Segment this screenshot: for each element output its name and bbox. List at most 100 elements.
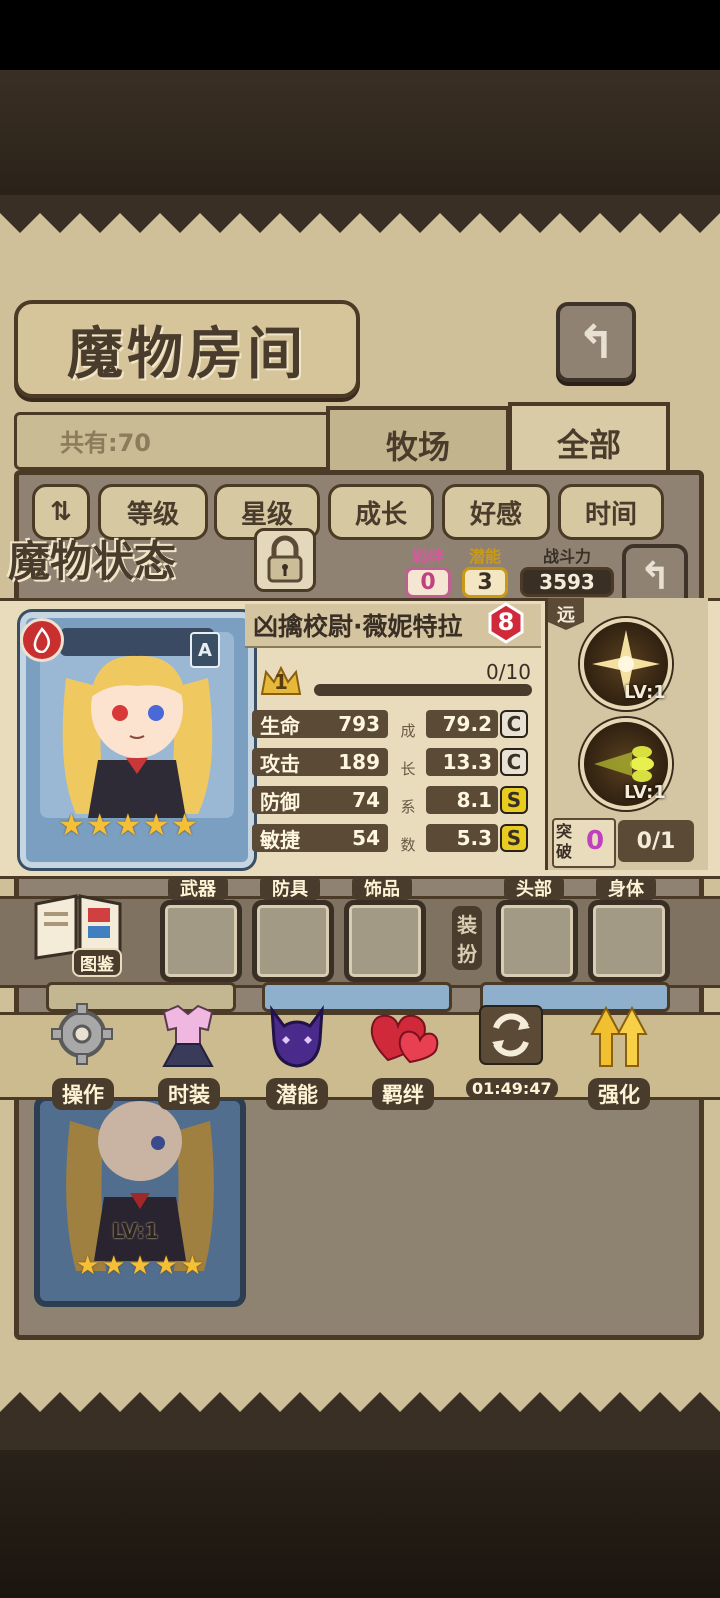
exp-text: 0/10 [486, 660, 531, 684]
bond-stat: 羁绊 0 [405, 543, 451, 598]
body-slot[interactable] [588, 900, 670, 982]
fire-element-icon [20, 618, 64, 662]
breakthrough-progress: 0/1 [618, 820, 694, 862]
star-icon: ★ [180, 1251, 204, 1281]
growth-value: 5.3 [456, 826, 492, 850]
sort-label: 好感 [469, 499, 522, 530]
tab-label: 牧场 [385, 428, 450, 466]
growth-label-char: 长 [400, 760, 416, 778]
accessory-slot[interactable] [344, 900, 426, 982]
growth-hp: 79.2 [426, 710, 498, 738]
slot-label-armor: 防具 [260, 876, 320, 900]
stat-row-agility: 敏捷 54 [252, 824, 388, 852]
slot-label-body: 身体 [596, 876, 656, 900]
outfit-button[interactable]: 时装 [144, 1000, 234, 1110]
outfit-icon [162, 1004, 214, 1067]
star-rating: ★ ★ ★ ★ ★ [58, 808, 198, 843]
star-icon: ★ [171, 808, 198, 843]
dress-label-char: 装 [457, 913, 477, 937]
skill-1-level: LV:1 [624, 682, 666, 703]
exp-level-badge: 1 [258, 664, 304, 700]
list-card-stars: ★ ★ ★ ★ ★ [76, 1251, 204, 1281]
lock-button[interactable] [254, 528, 316, 592]
upgrade-arrows-icon [590, 1005, 648, 1067]
upgrade-button[interactable]: 强化 [574, 1000, 664, 1110]
bond-label: 羁绊 [411, 547, 444, 566]
padlock-icon [267, 535, 303, 583]
stat-value: 54 [352, 826, 380, 850]
exp-progress-bar [314, 684, 532, 696]
growth-defense: 8.1 [426, 786, 498, 814]
armor-slot[interactable] [252, 900, 334, 982]
star-icon: ★ [76, 1251, 100, 1281]
growth-attack: 13.3 [426, 748, 498, 776]
power-label: 战斗力 [542, 547, 591, 566]
potential-stat: 潜能 3 [462, 543, 508, 598]
action-label: 羁绊 [372, 1078, 434, 1110]
stat-row-hp: 生命 793 [252, 710, 388, 738]
growth-value: 79.2 [442, 712, 492, 736]
zigzag-border-bottom [0, 1392, 720, 1430]
back-button[interactable]: ↰ [556, 302, 636, 382]
stat-label: 防御 [260, 789, 300, 814]
potential-value: 3 [462, 567, 508, 598]
action-label: 操作 [52, 1078, 114, 1110]
growth-value: 13.3 [442, 750, 492, 774]
page-title: 魔物房间 [67, 320, 307, 387]
breakthrough-label-char: 突 [556, 822, 573, 841]
encyclopedia-button[interactable]: 图鉴 [30, 890, 126, 977]
bond-button[interactable]: 羁绊 [358, 1000, 448, 1110]
exp-level-value: 1 [274, 670, 288, 694]
star-icon: ★ [142, 808, 170, 843]
monster-list-card[interactable]: LV:1 ★ ★ ★ ★ ★ [34, 1095, 246, 1307]
slot-label-accessory: 饰品 [352, 876, 412, 900]
refresh-icon [479, 1005, 543, 1065]
refresh-timer: 01:49:47 [466, 1078, 558, 1099]
slot-label-weapon: 武器 [168, 876, 228, 900]
star-icon: ★ [102, 1251, 126, 1281]
tab-label: 全部 [556, 426, 621, 464]
star-icon: ★ [86, 808, 114, 843]
rarity-letter: A [198, 639, 212, 661]
encyclopedia-label: 图鉴 [72, 948, 122, 977]
sort-affection-button[interactable]: 好感 [442, 484, 550, 540]
return-arrow-icon: ↰ [639, 554, 671, 598]
stat-value: 189 [338, 750, 380, 774]
weapon-slot[interactable] [160, 900, 242, 982]
breakthrough-label: 突 破 [556, 822, 572, 862]
zigzag-border-top [0, 195, 720, 233]
power-value: 3593 [520, 567, 614, 597]
gear-icon [51, 1003, 113, 1065]
demon-icon [270, 1005, 324, 1068]
skill-2-level: LV:1 [624, 782, 666, 803]
dress-up-label: 装 扮 [452, 906, 482, 970]
monster-count: 共有:70 [60, 429, 151, 457]
operate-button[interactable]: 操作 [38, 1000, 128, 1110]
sort-label: 等级 [126, 499, 179, 530]
action-label: 强化 [588, 1078, 650, 1110]
power-stat: 战斗力 3593 [520, 543, 614, 597]
bottom-map-background [0, 1450, 720, 1598]
return-arrow-icon: ↰ [576, 315, 616, 369]
stat-label: 攻击 [260, 751, 300, 776]
dress-label-char: 扮 [457, 942, 477, 966]
sort-time-button[interactable]: 时间 [558, 484, 664, 540]
sort-growth-button[interactable]: 成长 [328, 484, 434, 540]
growth-label-char: 成 [400, 722, 416, 740]
growth-label-char: 数 [400, 836, 416, 854]
room-title-plate: 魔物房间 [14, 300, 360, 398]
head-slot[interactable] [496, 900, 578, 982]
sort-label: 星级 [240, 499, 293, 530]
level-gem-value: 8 [497, 608, 515, 636]
level-gem-badge: 8 [486, 602, 526, 644]
grade-badge-attack: C [500, 748, 528, 776]
hearts-icon [370, 1014, 439, 1064]
potential-button[interactable]: 潜能 [252, 1000, 342, 1110]
rarity-badge: A [190, 632, 220, 668]
refresh-button[interactable]: 01:49:47 [466, 1000, 558, 1099]
growth-label-char: 系 [400, 798, 416, 816]
grade-badge-agility: S [500, 824, 528, 852]
breakthrough-count: 突 破 0 [552, 818, 616, 868]
monster-name: 凶擒校尉·薇妮特拉 [253, 612, 463, 641]
growth-value: 8.1 [456, 788, 492, 812]
